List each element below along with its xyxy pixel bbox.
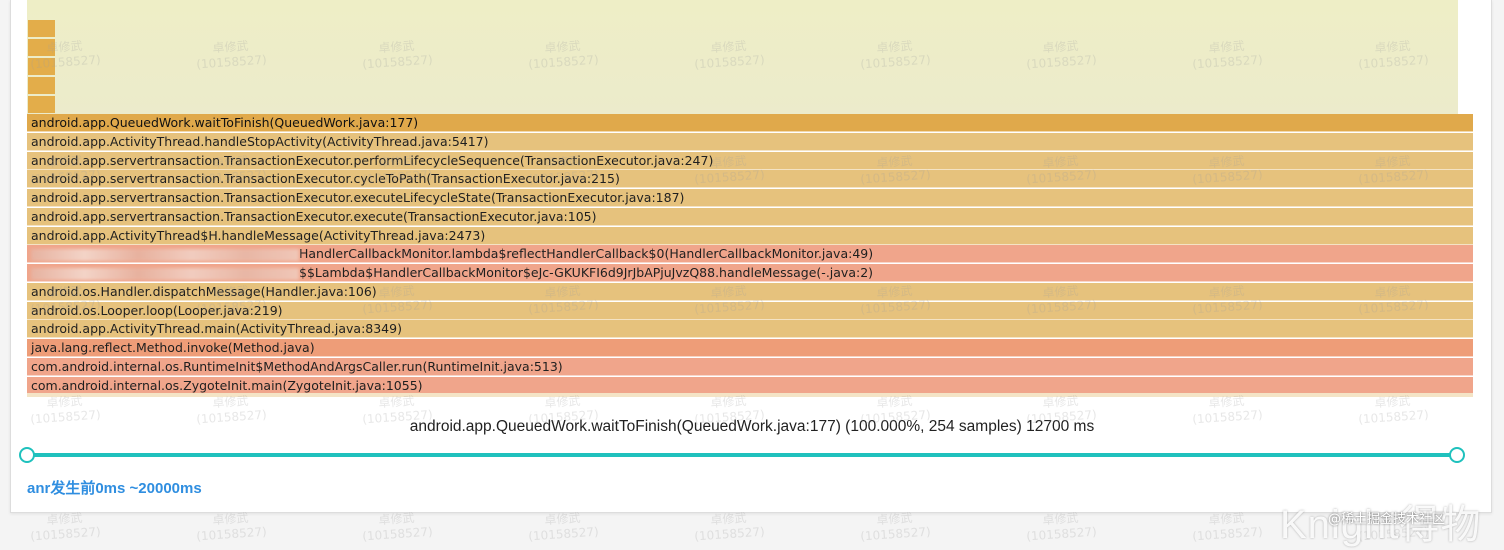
flame-frame[interactable]: android.app.servertransaction.Transactio… bbox=[27, 207, 1473, 226]
flame-frame-label: android.app.QueuedWork.waitToFinish(Queu… bbox=[31, 115, 419, 130]
flame-frame[interactable]: android.os.Looper.loop(Looper.java:219) bbox=[27, 301, 1473, 320]
flame-frame-small[interactable] bbox=[28, 77, 55, 94]
redacted-text bbox=[31, 248, 299, 261]
flame-frame-label: android.os.Looper.loop(Looper.java:219) bbox=[31, 302, 283, 318]
flame-frame[interactable]: android.os.Handler.dispatchMessage(Handl… bbox=[27, 282, 1473, 301]
flame-frame[interactable]: java.lang.reflect.Method.invoke(Method.j… bbox=[27, 339, 1473, 357]
flame-frame[interactable]: com.android.internal.os.RuntimeInit$Meth… bbox=[27, 357, 1473, 376]
flame-frame-label: android.app.servertransaction.Transactio… bbox=[31, 171, 620, 187]
flame-frame[interactable]: $$Lambda$HandlerCallbackMonitor$eJc-GKUK… bbox=[27, 264, 1473, 282]
slider-end-handle[interactable] bbox=[1449, 447, 1465, 463]
flame-frame-label: android.app.ActivityThread.main(Activity… bbox=[31, 321, 402, 337]
flame-frame-small[interactable] bbox=[28, 39, 55, 56]
watermark: 卓修武 (10158527) bbox=[195, 510, 268, 544]
flame-frame-label: android.app.ActivityThread.handleStopAct… bbox=[31, 133, 489, 149]
flame-graph-base bbox=[27, 393, 1473, 397]
flame-graph-gutter bbox=[1458, 0, 1473, 114]
flame-frame[interactable]: HandlerCallbackMonitor.lambda$reflectHan… bbox=[27, 245, 1473, 264]
flame-frame-label: com.android.internal.os.RuntimeInit$Meth… bbox=[31, 358, 563, 374]
flame-frame-label: android.app.servertransaction.Transactio… bbox=[31, 152, 714, 168]
flame-graph: android.app.QueuedWork.waitToFinish(Queu… bbox=[27, 0, 1473, 398]
time-range-label: anr发生前0ms ~20000ms bbox=[27, 480, 202, 497]
flame-frame-label: HandlerCallbackMonitor.lambda$reflectHan… bbox=[299, 246, 874, 262]
watermark: 卓修武 (10158527) bbox=[527, 510, 600, 544]
flame-frame-small[interactable] bbox=[28, 20, 55, 37]
slider-start-handle[interactable] bbox=[19, 447, 35, 463]
flame-frame[interactable]: android.app.ActivityThread$H.handleMessa… bbox=[27, 226, 1473, 245]
flame-frame-label: $$Lambda$HandlerCallbackMonitor$eJc-GKUK… bbox=[299, 265, 874, 280]
flame-frame-label: android.app.servertransaction.Transactio… bbox=[31, 190, 685, 205]
flame-frame-label: java.lang.reflect.Method.invoke(Method.j… bbox=[31, 340, 315, 355]
flame-frame-small[interactable] bbox=[28, 96, 55, 113]
flame-frame[interactable]: android.app.ActivityThread.handleStopAct… bbox=[27, 132, 1473, 151]
flame-frame-label: android.os.Handler.dispatchMessage(Handl… bbox=[31, 283, 377, 299]
flame-frame[interactable]: android.app.servertransaction.Transactio… bbox=[27, 170, 1473, 189]
watermark: 卓修武 (10158527) bbox=[1191, 510, 1264, 544]
flame-frame[interactable]: android.app.QueuedWork.waitToFinish(Queu… bbox=[27, 114, 1473, 132]
watermark: 卓修武 (10158527) bbox=[859, 510, 932, 544]
flame-frame[interactable]: android.app.servertransaction.Transactio… bbox=[27, 151, 1473, 170]
flame-frame[interactable]: com.android.internal.os.ZygoteInit.main(… bbox=[27, 376, 1473, 395]
flame-graph-empty-area bbox=[27, 0, 1458, 114]
watermark: 卓修武 (10158527) bbox=[361, 510, 434, 544]
flame-frame[interactable]: android.app.servertransaction.Transactio… bbox=[27, 189, 1473, 207]
watermark: 卓修武 (10158527) bbox=[1025, 510, 1098, 544]
flame-frame-label: android.app.servertransaction.Transactio… bbox=[31, 208, 597, 224]
redacted-text bbox=[31, 267, 299, 280]
flame-frame-label: android.app.ActivityThread$H.handleMessa… bbox=[31, 227, 486, 243]
flame-frame[interactable]: android.app.ActivityThread.main(Activity… bbox=[27, 320, 1473, 339]
watermark: 卓修武 (10158527) bbox=[29, 510, 102, 544]
time-range-slider[interactable] bbox=[27, 453, 1457, 457]
flame-frame-label: com.android.internal.os.ZygoteInit.main(… bbox=[31, 377, 423, 393]
selected-frame-summary: android.app.QueuedWork.waitToFinish(Queu… bbox=[409, 418, 1095, 435]
credit-watermark: @稀土掘金技术社区 bbox=[1328, 512, 1446, 527]
flame-frame-small[interactable] bbox=[28, 58, 55, 75]
watermark: 卓修武 (10158527) bbox=[693, 510, 766, 544]
